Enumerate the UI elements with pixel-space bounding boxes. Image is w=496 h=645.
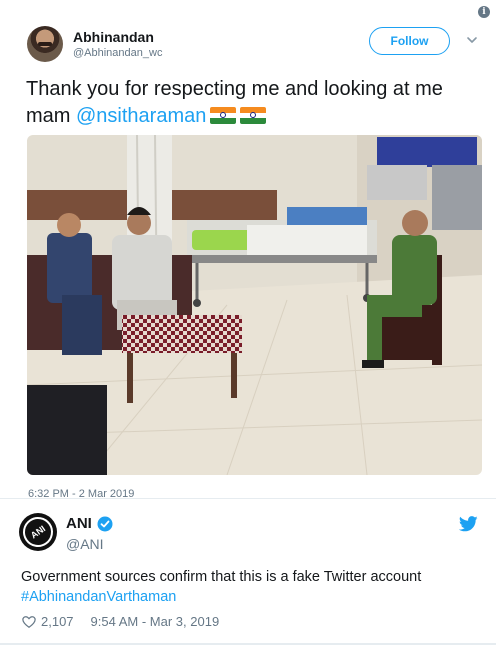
tweet-timestamp[interactable]: 9:54 AM - Mar 3, 2019 [91,614,220,630]
avatar[interactable]: ANI [17,511,59,553]
ani-logo: ANI [17,511,59,553]
tweet-body: Government sources confirm that this is … [21,569,422,585]
chevron-down-icon[interactable] [466,34,478,46]
mention-link[interactable]: @nsitharaman [76,105,206,127]
heart-icon[interactable] [22,615,36,629]
verified-badge-icon [97,516,113,532]
author-handle[interactable]: @ANI [66,536,104,552]
tweet-text: Thank you for respecting me and looking … [26,76,466,130]
like-count[interactable]: 2,107 [41,614,74,630]
avatar[interactable] [27,26,63,62]
embedded-tweet: Abhinandan @Abhinandan_wc Follow Thank y… [10,10,486,505]
author-name[interactable]: ANI [66,515,92,533]
indian-flag-icon [210,107,237,124]
tweet-timestamp[interactable]: 6:32 PM - 2 Mar 2019 [28,488,134,501]
twitter-bird-icon[interactable] [459,516,478,532]
divider [0,498,496,499]
author-name[interactable]: Abhinandan [73,29,154,45]
tweet-photo[interactable] [27,135,482,475]
follow-button[interactable]: Follow [369,27,450,55]
indian-flag-icon [240,107,267,124]
author-handle[interactable]: @Abhinandan_wc [73,47,162,60]
hashtag-link[interactable]: #AbhinandanVarthaman [21,587,481,607]
hospital-room-photo [27,135,482,475]
tweet-text: Government sources confirm that this is … [21,567,481,607]
tweet-screenshot: i Abhinandan @Abhinandan_wc Follow Thank… [0,0,496,645]
tweet-meta: 2,107 9:54 AM - Mar 3, 2019 [22,614,219,630]
